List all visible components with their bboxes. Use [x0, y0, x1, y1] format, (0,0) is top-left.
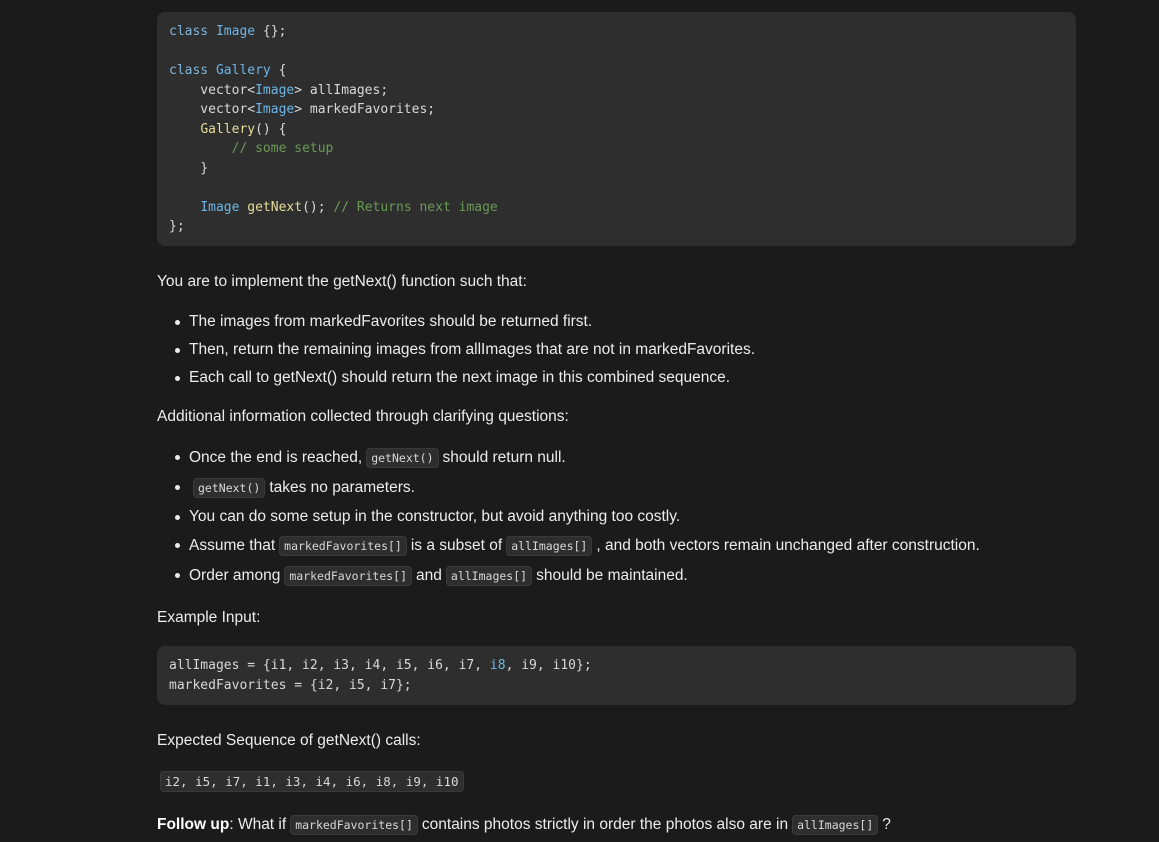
code-line: allImages = {i1, i2, i3, i4, i5, i6, i7,… — [169, 656, 1064, 676]
inline-code: markedFavorites[] — [284, 566, 413, 586]
class-code-block: class Image {}; class Gallery { vector<I… — [157, 12, 1076, 246]
code-text: } — [169, 160, 209, 176]
additional-info-heading: Additional information collected through… — [157, 408, 569, 425]
inline-code: markedFavorites[] — [290, 815, 418, 835]
followup-text: contains photos strictly in order the ph… — [421, 816, 789, 833]
code-function: getNext — [247, 199, 303, 215]
inline-code: getNext() — [366, 448, 439, 468]
code-type: Image — [215, 24, 256, 39]
code-comment: // Returns next image — [333, 199, 498, 215]
code-line: vector<Image> allImages; — [169, 81, 1064, 101]
code-comment: // some setup — [231, 141, 334, 156]
item-text: , and both vectors remain unchanged afte… — [596, 537, 980, 554]
code-type: Image — [255, 82, 295, 98]
followup-text: ? — [882, 816, 891, 833]
item-text: Assume that — [189, 537, 276, 554]
list-item: Then, return the remaining images from a… — [175, 336, 1076, 364]
item-text: Once the end is reached, — [189, 449, 363, 466]
code-type: Gallery — [215, 63, 271, 78]
intro-paragraph: You are to implement the getNext() funct… — [157, 273, 527, 290]
expected-heading: Expected Sequence of getNext() calls: — [157, 732, 421, 749]
code-line: class Image {}; — [169, 22, 1064, 42]
item-text: takes no parameters. — [269, 479, 415, 496]
item-text: should return null. — [442, 449, 566, 466]
list-item: Each call to getNext() should return the… — [175, 364, 1076, 392]
code-text: > markedFavorites; — [294, 102, 436, 117]
code-text: vector< — [169, 102, 256, 117]
item-text: is a subset of — [410, 537, 503, 554]
inline-code: markedFavorites[] — [279, 536, 407, 556]
code-text: }; — [169, 219, 185, 234]
example-heading: Example Input: — [157, 609, 261, 626]
code-text: allImages = {i1, i2, i3, i4, i5, i6, i7, — [169, 658, 490, 673]
code-highlight: i8 — [489, 658, 506, 673]
problem-content: class Image {}; class Gallery { vector<I… — [157, 12, 1076, 839]
code-keyword: class — [169, 63, 209, 78]
code-function: Gallery — [200, 121, 256, 137]
list-item: You can do some setup in the constructor… — [175, 503, 1076, 531]
code-text: , i9, i10}; — [505, 658, 592, 673]
item-text: Order among — [189, 567, 281, 584]
followup-paragraph: Follow up: What if markedFavorites[] conta… — [157, 811, 1076, 839]
inline-code: allImages[] — [445, 566, 533, 586]
code-text: { — [270, 63, 287, 78]
requirements-list: The images from markedFavorites should b… — [157, 308, 1076, 392]
code-line: Gallery() { — [169, 120, 1064, 140]
code-line: }; — [169, 217, 1064, 237]
code-text: {}; — [255, 24, 287, 39]
expected-sequence-row: i2, i5, i7, i1, i3, i4, i6, i8, i9, i10 — [157, 770, 1076, 794]
list-item: Once the end is reached, getNext() should … — [175, 443, 1076, 473]
code-line: markedFavorites = {i2, i5, i7}; — [169, 676, 1064, 696]
item-text: and — [416, 567, 442, 584]
code-type: Image — [200, 199, 240, 215]
list-item: Order among markedFavorites[] and allImages… — [175, 561, 1076, 591]
inline-code: allImages[] — [506, 536, 593, 556]
example-code-block: allImages = {i1, i2, i3, i4, i5, i6, i7,… — [157, 646, 1076, 705]
inline-code: allImages[] — [792, 815, 879, 835]
item-text: should be maintained. — [536, 567, 688, 584]
list-item: getNext() takes no parameters. — [175, 473, 1076, 503]
code-text: vector< — [169, 82, 256, 98]
code-keyword: class — [169, 24, 209, 39]
code-line: class Gallery { — [169, 61, 1064, 81]
code-line: } — [169, 159, 1064, 179]
expected-sequence-code: i2, i5, i7, i1, i3, i4, i6, i8, i9, i10 — [160, 771, 464, 792]
code-line: // some setup — [169, 139, 1064, 159]
code-type: Image — [255, 102, 295, 117]
list-item: The images from markedFavorites should b… — [175, 308, 1076, 336]
code-line: vector<Image> markedFavorites; — [169, 100, 1064, 120]
code-text: () { — [255, 121, 287, 137]
followup-label: Follow up — [157, 816, 230, 833]
code-text: > allImages; — [294, 82, 389, 98]
code-line: Image getNext(); // Returns next image — [169, 198, 1064, 218]
inline-code: getNext() — [193, 478, 266, 498]
code-text: (); — [302, 199, 334, 215]
list-item: Assume that markedFavorites[] is a subset … — [175, 531, 1076, 561]
code-text: markedFavorites = {i2, i5, i7}; — [169, 677, 412, 693]
additional-info-list: Once the end is reached, getNext() should … — [157, 443, 1076, 591]
followup-text: : What if — [229, 816, 287, 833]
